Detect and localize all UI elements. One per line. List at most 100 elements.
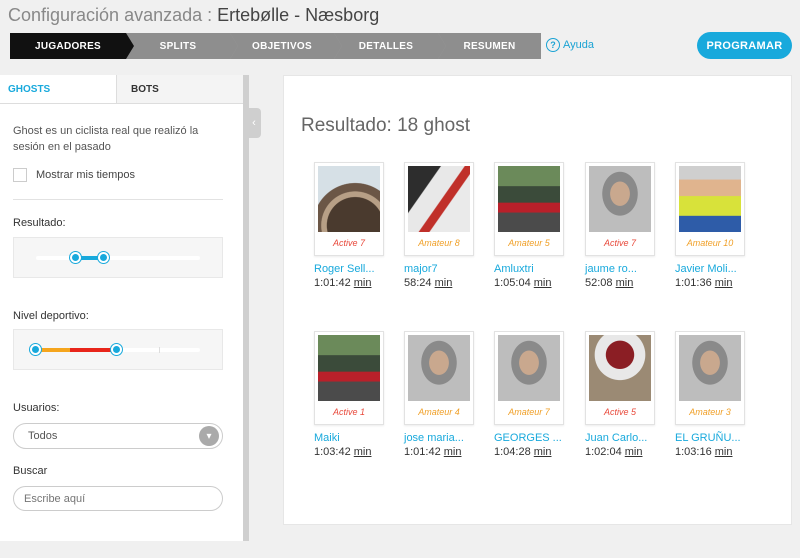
results-title: Resultado: 18 ghost <box>301 115 471 136</box>
ghost-level: Amateur 3 <box>689 407 731 417</box>
show-my-times-checkbox[interactable] <box>13 168 27 182</box>
ghost-name-link[interactable]: jaume ro... <box>585 263 675 275</box>
ghost-time-unit: min <box>533 446 552 458</box>
ghost-name-link[interactable]: EL GRUÑU... <box>675 432 765 444</box>
ghost-photo <box>589 166 651 232</box>
ghost-name-link[interactable]: Javier Moli... <box>675 263 765 275</box>
ghost-level: Active 7 <box>332 238 365 248</box>
ghost-photo <box>408 166 470 232</box>
step-detalles[interactable]: DETALLES <box>334 33 446 59</box>
step-label: RESUMEN <box>463 40 516 52</box>
show-my-times-row[interactable]: Mostrar mis tiempos <box>13 168 135 182</box>
ghost-time: 1:03:42 min <box>314 446 404 458</box>
ghost-time-value: 1:03:42 <box>314 446 351 458</box>
ghost-card[interactable]: Amateur 3 EL GRUÑU... 1:03:16 min <box>675 331 765 458</box>
ghost-name-link[interactable]: Maiki <box>314 432 404 444</box>
result-slider-max-handle[interactable] <box>98 252 109 263</box>
tab-bots[interactable]: BOTS <box>117 75 243 103</box>
result-slider-track <box>36 256 200 260</box>
ghost-photo <box>498 335 560 401</box>
tab-ghosts[interactable]: GHOSTS <box>0 75 117 103</box>
ghost-name-link[interactable]: GEORGES ... <box>494 432 584 444</box>
ghost-time-value: 1:03:16 <box>675 446 712 458</box>
ghost-level: Active 1 <box>332 407 365 417</box>
ghost-time-unit: min <box>714 446 733 458</box>
step-label: JUGADORES <box>34 40 102 52</box>
ghost-photo <box>408 335 470 401</box>
ghost-avatar-card[interactable]: Amateur 4 <box>404 331 474 425</box>
results-panel: Resultado: 18 ghost Active 7 Roger Sell..… <box>283 75 792 525</box>
ghost-time-unit: min <box>434 277 453 289</box>
ghost-avatar-card[interactable]: Active 5 <box>585 331 655 425</box>
ghost-card[interactable]: Active 7 Roger Sell... 1:01:42 min <box>314 162 404 289</box>
ghost-card[interactable]: Amateur 7 GEORGES ... 1:04:28 min <box>494 331 584 458</box>
ghost-time-unit: min <box>353 446 372 458</box>
ghost-time-unit: min <box>353 277 372 289</box>
chevron-down-icon[interactable]: ▾ <box>199 426 219 446</box>
title-prefix: Configuración avanzada : <box>8 5 213 25</box>
ghost-time-unit: min <box>533 277 552 289</box>
ghost-card[interactable]: Amateur 10 Javier Moli... 1:01:36 min <box>675 162 765 289</box>
ghost-avatar-card[interactable]: Amateur 10 <box>675 162 745 256</box>
wizard-steps: JUGADORES SPLITS OBJETIVOS DETALLES RESU… <box>10 33 541 59</box>
search-label: Buscar <box>13 465 48 477</box>
ghost-time: 1:03:16 min <box>675 446 765 458</box>
result-slider-min-handle[interactable] <box>70 252 81 263</box>
program-button[interactable]: PROGRAMAR <box>697 32 792 59</box>
ghost-avatar-card[interactable]: Amateur 8 <box>404 162 474 256</box>
ghost-avatar-card[interactable]: Active 7 <box>585 162 655 256</box>
ghost-photo <box>679 335 741 401</box>
ghost-time-value: 1:01:42 <box>404 446 441 458</box>
ghost-name-link[interactable]: jose maria... <box>404 432 494 444</box>
step-resumen[interactable]: RESUMEN <box>438 33 541 59</box>
ghost-card[interactable]: Active 5 Juan Carlo... 1:02:04 min <box>585 331 675 458</box>
ghost-time: 58:24 min <box>404 277 494 289</box>
users-select[interactable]: Todos ▾ <box>13 423 223 449</box>
ghost-avatar-card[interactable]: Active 1 <box>314 331 384 425</box>
divider <box>13 199 223 200</box>
ghost-time: 1:01:42 min <box>314 277 404 289</box>
page-title: Configuración avanzada : Ertebølle - Næs… <box>8 5 379 26</box>
collapse-sidebar-icon[interactable]: ‹ <box>247 108 261 138</box>
ghost-card[interactable]: Active 1 Maiki 1:03:42 min <box>314 331 404 458</box>
ghost-avatar-card[interactable]: Amateur 5 <box>494 162 564 256</box>
level-slider-min-handle[interactable] <box>30 344 41 355</box>
ghost-photo <box>589 335 651 401</box>
sidebar-divider <box>243 75 249 541</box>
search-input[interactable] <box>13 486 223 511</box>
ghost-card[interactable]: Amateur 8 major7 58:24 min <box>404 162 494 289</box>
ghost-card[interactable]: Amateur 5 Amluxtri 1:05:04 min <box>494 162 584 289</box>
ghost-time: 1:02:04 min <box>585 446 675 458</box>
ghost-time-value: 1:01:42 <box>314 277 351 289</box>
step-objetivos[interactable]: OBJETIVOS <box>230 33 342 59</box>
ghost-time: 1:05:04 min <box>494 277 584 289</box>
ghost-level: Amateur 8 <box>418 238 460 248</box>
ghost-time-value: 52:08 <box>585 277 613 289</box>
show-my-times-label: Mostrar mis tiempos <box>36 169 136 181</box>
ghost-name-link[interactable]: Juan Carlo... <box>585 432 675 444</box>
ghost-avatar-card[interactable]: Active 7 <box>314 162 384 256</box>
ghost-card[interactable]: Active 7 jaume ro... 52:08 min <box>585 162 675 289</box>
ghost-name-link[interactable]: major7 <box>404 263 494 275</box>
ghost-card[interactable]: Amateur 4 jose maria... 1:01:42 min <box>404 331 494 458</box>
ghost-photo <box>498 166 560 232</box>
ghost-photo <box>679 166 741 232</box>
filter-sidebar: GHOSTS BOTS Ghost es un ciclista real qu… <box>0 75 243 541</box>
ghost-time-unit: min <box>624 446 643 458</box>
ghost-time-value: 58:24 <box>404 277 432 289</box>
ghost-name-link[interactable]: Roger Sell... <box>314 263 404 275</box>
ghost-time: 1:04:28 min <box>494 446 584 458</box>
help-link[interactable]: ? Ayuda <box>546 38 594 52</box>
step-jugadores[interactable]: JUGADORES <box>10 33 134 59</box>
result-slider <box>13 237 223 278</box>
question-icon: ? <box>546 38 560 52</box>
ghost-time-value: 1:02:04 <box>585 446 622 458</box>
level-slider-max-handle[interactable] <box>111 344 122 355</box>
ghost-avatar-card[interactable]: Amateur 3 <box>675 331 745 425</box>
users-select-value: Todos <box>28 430 58 442</box>
ghost-avatar-card[interactable]: Amateur 7 <box>494 331 564 425</box>
ghost-photo <box>318 166 380 232</box>
ghost-name-link[interactable]: Amluxtri <box>494 263 584 275</box>
step-splits[interactable]: SPLITS <box>126 33 238 59</box>
ghost-time: 1:01:36 min <box>675 277 765 289</box>
